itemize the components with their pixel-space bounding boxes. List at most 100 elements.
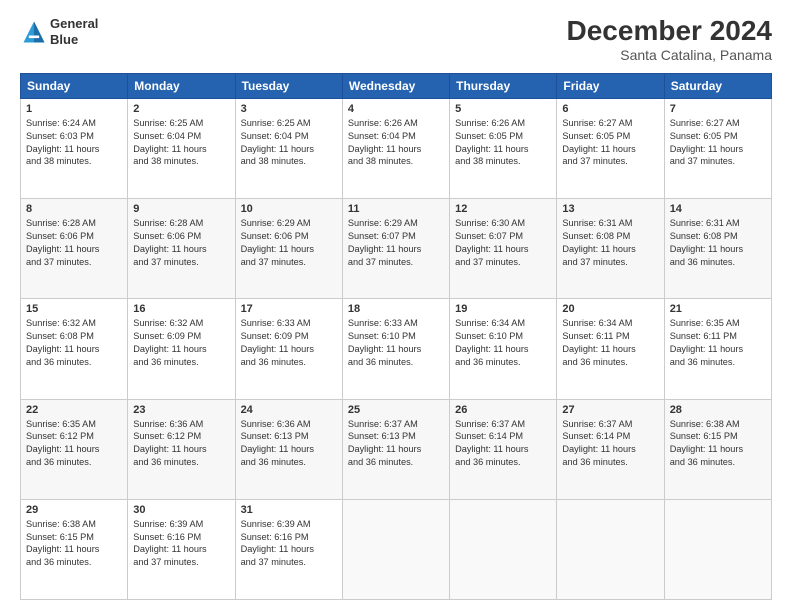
calendar-cell xyxy=(557,499,664,599)
calendar-week-5: 29Sunrise: 6:38 AM Sunset: 6:15 PM Dayli… xyxy=(21,499,772,599)
day-info: Sunrise: 6:28 AM Sunset: 6:06 PM Dayligh… xyxy=(26,217,122,269)
calendar-cell: 13 Sunrise: 6:31 AM Sunset: 6:08 PM Dayli… xyxy=(557,199,664,299)
logo-icon xyxy=(20,18,48,46)
logo-text: General Blue xyxy=(50,16,98,47)
day-info: Sunrise: 6:34 AM Sunset: 6:11 PM Dayligh… xyxy=(562,317,658,369)
calendar-cell: 31 Sunrise: 6:39 AM Sunset: 6:16 PM Dayli… xyxy=(235,499,342,599)
day-info: Sunrise: 6:32 AM Sunset: 6:08 PM Dayligh… xyxy=(26,317,122,369)
calendar-cell xyxy=(342,499,449,599)
calendar-cell: 4 Sunrise: 6:26 AM Sunset: 6:04 PM Daylig… xyxy=(342,98,449,198)
day-info: Sunrise: 6:24 AM Sunset: 6:03 PM Dayligh… xyxy=(26,117,122,169)
calendar-cell: 16 Sunrise: 6:32 AM Sunset: 6:09 PM Dayli… xyxy=(128,299,235,399)
day-info: Sunrise: 6:28 AM Sunset: 6:06 PM Dayligh… xyxy=(133,217,229,269)
calendar-cell: 27Sunrise: 6:37 AM Sunset: 6:14 PM Dayli… xyxy=(557,399,664,499)
calendar-week-4: 22 Sunrise: 6:35 AM Sunset: 6:12 PM Dayli… xyxy=(21,399,772,499)
calendar-cell: 30 Sunrise: 6:39 AM Sunset: 6:16 PM Dayli… xyxy=(128,499,235,599)
day-number: 12 xyxy=(455,203,551,215)
day-number: 4 xyxy=(348,103,444,115)
day-number: 13 xyxy=(562,203,658,215)
logo-line2: Blue xyxy=(50,32,98,48)
day-number: 10 xyxy=(241,203,337,215)
calendar-table: SundayMondayTuesdayWednesdayThursdayFrid… xyxy=(20,73,772,600)
day-number: 18 xyxy=(348,303,444,315)
calendar-cell: 15 Sunrise: 6:32 AM Sunset: 6:08 PM Dayli… xyxy=(21,299,128,399)
calendar-week-1: 1Sunrise: 6:24 AM Sunset: 6:03 PM Daylig… xyxy=(21,98,772,198)
day-info: Sunrise: 6:36 AM Sunset: 6:13 PM Dayligh… xyxy=(241,418,337,470)
day-number: 20 xyxy=(562,303,658,315)
calendar-cell: 25 Sunrise: 6:37 AM Sunset: 6:13 PM Dayli… xyxy=(342,399,449,499)
day-number: 24 xyxy=(241,404,337,416)
day-number: 17 xyxy=(241,303,337,315)
logo-line1: General xyxy=(50,16,98,32)
day-number: 23 xyxy=(133,404,229,416)
header-cell-friday: Friday xyxy=(557,73,664,98)
day-number: 11 xyxy=(348,203,444,215)
day-number: 5 xyxy=(455,103,551,115)
calendar-cell: 5 Sunrise: 6:26 AM Sunset: 6:05 PM Daylig… xyxy=(450,98,557,198)
calendar-header: SundayMondayTuesdayWednesdayThursdayFrid… xyxy=(21,73,772,98)
calendar-cell: 8Sunrise: 6:28 AM Sunset: 6:06 PM Daylig… xyxy=(21,199,128,299)
day-number: 28 xyxy=(670,404,766,416)
header-cell-saturday: Saturday xyxy=(664,73,771,98)
day-info: Sunrise: 6:29 AM Sunset: 6:06 PM Dayligh… xyxy=(241,217,337,269)
day-number: 9 xyxy=(133,203,229,215)
calendar-week-2: 8Sunrise: 6:28 AM Sunset: 6:06 PM Daylig… xyxy=(21,199,772,299)
day-info: Sunrise: 6:26 AM Sunset: 6:05 PM Dayligh… xyxy=(455,117,551,169)
day-info: Sunrise: 6:38 AM Sunset: 6:15 PM Dayligh… xyxy=(670,418,766,470)
calendar-cell xyxy=(450,499,557,599)
calendar-cell: 2Sunrise: 6:25 AM Sunset: 6:04 PM Daylig… xyxy=(128,98,235,198)
day-number: 14 xyxy=(670,203,766,215)
day-number: 22 xyxy=(26,404,122,416)
calendar-cell: 24 Sunrise: 6:36 AM Sunset: 6:13 PM Dayli… xyxy=(235,399,342,499)
day-info: Sunrise: 6:34 AM Sunset: 6:10 PM Dayligh… xyxy=(455,317,551,369)
header-row: SundayMondayTuesdayWednesdayThursdayFrid… xyxy=(21,73,772,98)
calendar-cell xyxy=(664,499,771,599)
day-number: 25 xyxy=(348,404,444,416)
logo: General Blue xyxy=(20,16,98,47)
day-info: Sunrise: 6:26 AM Sunset: 6:04 PM Dayligh… xyxy=(348,117,444,169)
day-number: 30 xyxy=(133,504,229,516)
calendar-body: 1Sunrise: 6:24 AM Sunset: 6:03 PM Daylig… xyxy=(21,98,772,599)
calendar-cell: 29Sunrise: 6:38 AM Sunset: 6:15 PM Dayli… xyxy=(21,499,128,599)
calendar-cell: 17Sunrise: 6:33 AM Sunset: 6:09 PM Dayli… xyxy=(235,299,342,399)
day-number: 6 xyxy=(562,103,658,115)
header-cell-monday: Monday xyxy=(128,73,235,98)
calendar-cell: 10 Sunrise: 6:29 AM Sunset: 6:06 PM Dayli… xyxy=(235,199,342,299)
calendar-cell: 26Sunrise: 6:37 AM Sunset: 6:14 PM Dayli… xyxy=(450,399,557,499)
day-info: Sunrise: 6:27 AM Sunset: 6:05 PM Dayligh… xyxy=(562,117,658,169)
day-info: Sunrise: 6:32 AM Sunset: 6:09 PM Dayligh… xyxy=(133,317,229,369)
calendar-cell: 21Sunrise: 6:35 AM Sunset: 6:11 PM Dayli… xyxy=(664,299,771,399)
day-info: Sunrise: 6:37 AM Sunset: 6:14 PM Dayligh… xyxy=(562,418,658,470)
calendar-cell: 12Sunrise: 6:30 AM Sunset: 6:07 PM Dayli… xyxy=(450,199,557,299)
day-number: 21 xyxy=(670,303,766,315)
day-info: Sunrise: 6:37 AM Sunset: 6:13 PM Dayligh… xyxy=(348,418,444,470)
day-info: Sunrise: 6:25 AM Sunset: 6:04 PM Dayligh… xyxy=(133,117,229,169)
day-number: 15 xyxy=(26,303,122,315)
main-title: December 2024 xyxy=(567,16,772,47)
day-info: Sunrise: 6:27 AM Sunset: 6:05 PM Dayligh… xyxy=(670,117,766,169)
day-info: Sunrise: 6:29 AM Sunset: 6:07 PM Dayligh… xyxy=(348,217,444,269)
day-info: Sunrise: 6:36 AM Sunset: 6:12 PM Dayligh… xyxy=(133,418,229,470)
calendar-cell: 9 Sunrise: 6:28 AM Sunset: 6:06 PM Daylig… xyxy=(128,199,235,299)
day-info: Sunrise: 6:39 AM Sunset: 6:16 PM Dayligh… xyxy=(241,518,337,570)
day-info: Sunrise: 6:31 AM Sunset: 6:08 PM Dayligh… xyxy=(562,217,658,269)
day-info: Sunrise: 6:35 AM Sunset: 6:12 PM Dayligh… xyxy=(26,418,122,470)
day-info: Sunrise: 6:39 AM Sunset: 6:16 PM Dayligh… xyxy=(133,518,229,570)
calendar-cell: 22 Sunrise: 6:35 AM Sunset: 6:12 PM Dayli… xyxy=(21,399,128,499)
day-info: Sunrise: 6:37 AM Sunset: 6:14 PM Dayligh… xyxy=(455,418,551,470)
calendar-cell: 1Sunrise: 6:24 AM Sunset: 6:03 PM Daylig… xyxy=(21,98,128,198)
calendar-week-3: 15 Sunrise: 6:32 AM Sunset: 6:08 PM Dayli… xyxy=(21,299,772,399)
calendar-cell: 28 Sunrise: 6:38 AM Sunset: 6:15 PM Dayli… xyxy=(664,399,771,499)
calendar-cell: 23 Sunrise: 6:36 AM Sunset: 6:12 PM Dayli… xyxy=(128,399,235,499)
day-number: 16 xyxy=(133,303,229,315)
day-number: 31 xyxy=(241,504,337,516)
day-info: Sunrise: 6:25 AM Sunset: 6:04 PM Dayligh… xyxy=(241,117,337,169)
day-number: 19 xyxy=(455,303,551,315)
calendar-cell: 3 Sunrise: 6:25 AM Sunset: 6:04 PM Daylig… xyxy=(235,98,342,198)
day-number: 3 xyxy=(241,103,337,115)
header-cell-wednesday: Wednesday xyxy=(342,73,449,98)
calendar-cell: 20 Sunrise: 6:34 AM Sunset: 6:11 PM Dayli… xyxy=(557,299,664,399)
calendar-cell: 18Sunrise: 6:33 AM Sunset: 6:10 PM Dayli… xyxy=(342,299,449,399)
page: General Blue December 2024 Santa Catalin… xyxy=(0,0,792,612)
calendar-cell: 6 Sunrise: 6:27 AM Sunset: 6:05 PM Daylig… xyxy=(557,98,664,198)
